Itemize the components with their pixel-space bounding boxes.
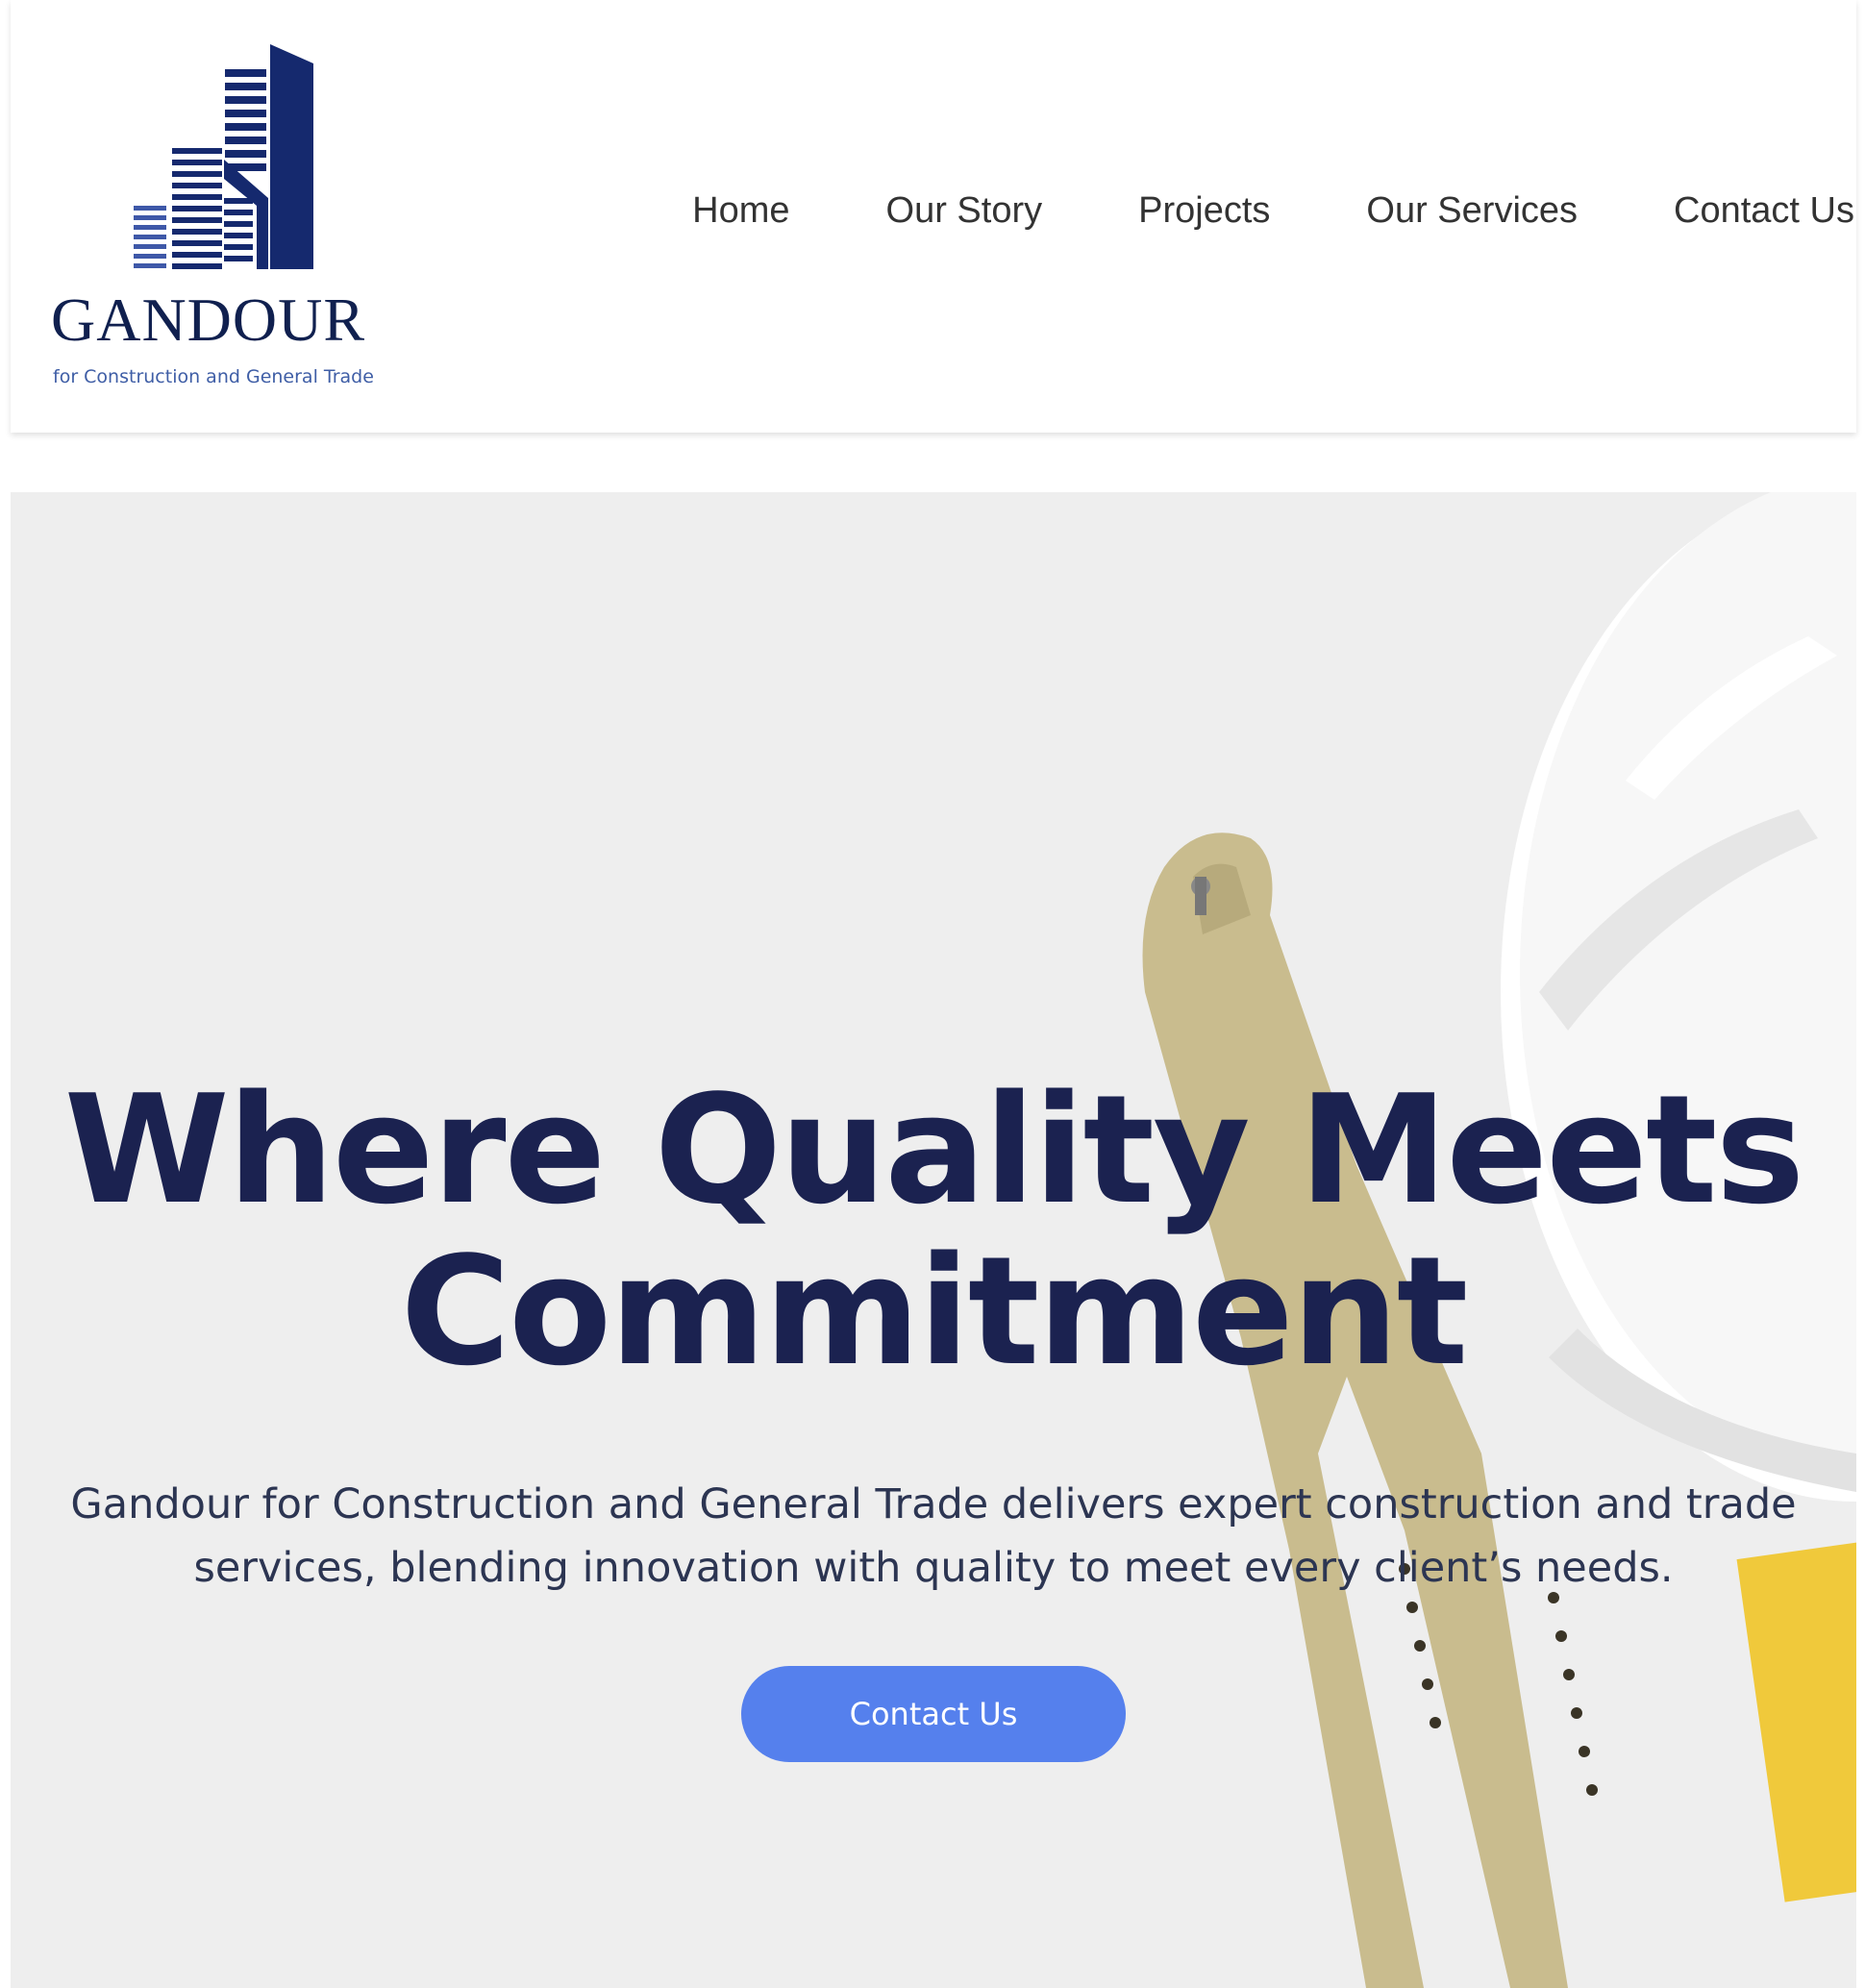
hero-title-line-2: Commitment bbox=[400, 1224, 1469, 1399]
brand-logo-link[interactable]: GANDOUR for Construction and General Tra… bbox=[51, 44, 397, 400]
hero-subtitle: Gandour for Construction and General Tra… bbox=[70, 1480, 1797, 1592]
hero-title-line-1: Where Quality Meets bbox=[63, 1062, 1805, 1237]
page: GANDOUR for Construction and General Tra… bbox=[0, 0, 1865, 1988]
brand-name: GANDOUR bbox=[51, 286, 365, 354]
main-nav: Home Our Story Projects Our Services Con… bbox=[596, 190, 1854, 232]
nav-item-our-story[interactable]: Our Story bbox=[886, 190, 1043, 232]
brand-tagline: for Construction and General Trade bbox=[53, 366, 374, 387]
nav-item-home[interactable]: Home bbox=[692, 190, 789, 232]
nav-item-projects[interactable]: Projects bbox=[1138, 190, 1270, 232]
building-logo-icon bbox=[134, 44, 313, 269]
contact-us-button[interactable]: Contact Us bbox=[741, 1666, 1126, 1762]
hero-section: Where Quality Meets Commitment Gandour f… bbox=[11, 492, 1856, 1988]
nav-item-contact-us[interactable]: Contact Us bbox=[1674, 190, 1854, 232]
hero-title: Where Quality Meets Commitment bbox=[11, 1069, 1856, 1392]
nav-item-our-services[interactable]: Our Services bbox=[1366, 190, 1578, 232]
site-header: GANDOUR for Construction and General Tra… bbox=[11, 0, 1856, 433]
